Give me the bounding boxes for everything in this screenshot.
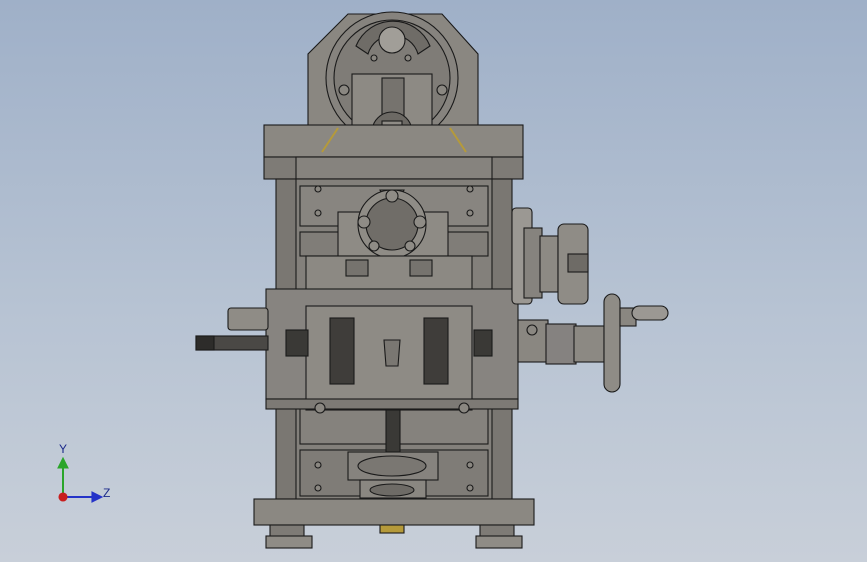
upper-plate (263, 124, 524, 180)
right-guide-slot (423, 317, 449, 385)
handwheel[interactable] (603, 293, 669, 393)
right-feed-assembly (511, 207, 605, 365)
z-axis-label: Z (103, 486, 111, 500)
head-lock-knob (378, 26, 406, 54)
orientation-triad (57, 456, 104, 503)
y-axis-label: Y (59, 442, 68, 456)
machine-base (253, 498, 535, 549)
cad-viewport[interactable]: Y Z (0, 0, 867, 562)
left-guide-slot (329, 317, 355, 385)
milling-machine-model[interactable] (0, 0, 867, 562)
